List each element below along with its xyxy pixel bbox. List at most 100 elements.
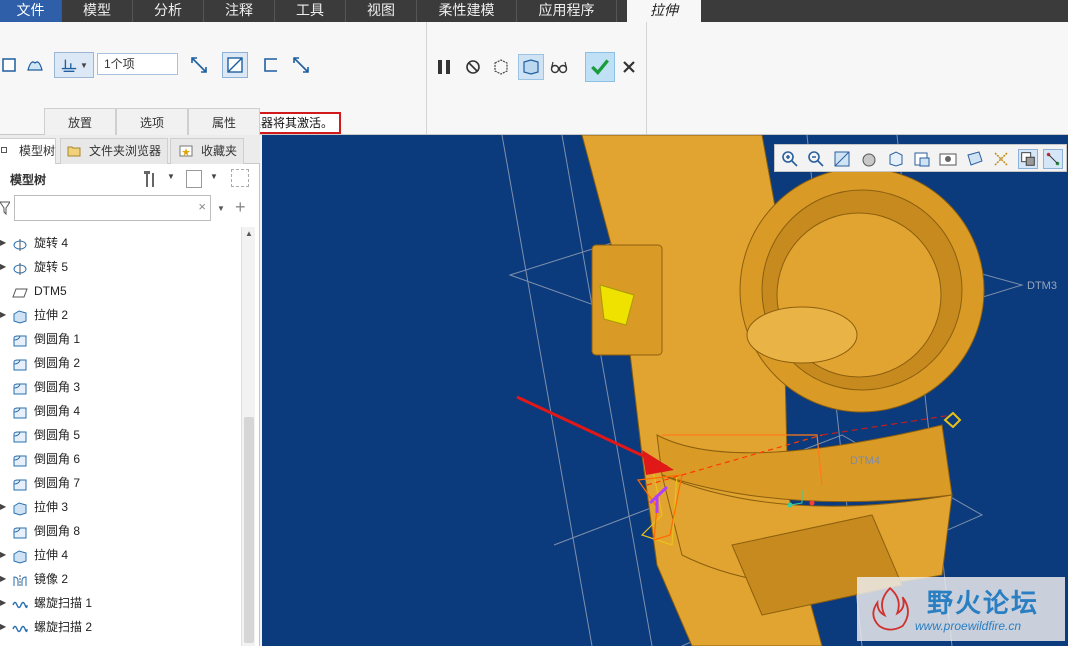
- tree-node[interactable]: DTM5: [0, 279, 241, 303]
- tab-model-tree-label: 模型树: [19, 144, 56, 158]
- tree-node-label: 倒圆角 2: [34, 356, 81, 370]
- watermark-logo: 野火论坛 www.proewildfire.cn: [857, 577, 1065, 641]
- tree-node[interactable]: 倒圆角 4: [0, 399, 241, 423]
- thicken-icon[interactable]: [260, 54, 282, 76]
- tree-node-label: 镜像 2: [34, 572, 69, 586]
- settings-tools-icon[interactable]: [141, 169, 159, 189]
- tree-node-label: 倒圆角 1: [34, 332, 81, 346]
- chevron-down-icon[interactable]: ▼: [167, 172, 175, 181]
- menu-tab-file[interactable]: 文件: [0, 0, 62, 22]
- expand-arrow-icon[interactable]: ▶: [0, 543, 8, 567]
- expand-arrow-icon[interactable]: ▶: [0, 567, 8, 591]
- tree-node-label: 螺旋扫描 1: [34, 596, 93, 610]
- columns-icon[interactable]: [231, 169, 249, 187]
- menu-tab-annotate[interactable]: 注释: [204, 0, 275, 22]
- round-icon: [12, 524, 28, 539]
- tree-node-label: 倒圆角 7: [34, 476, 81, 490]
- zoom-in-icon[interactable]: [780, 149, 800, 169]
- menu-tab-extrude[interactable]: 拉伸: [627, 0, 701, 22]
- subtab-placement[interactable]: 放置: [44, 108, 116, 135]
- scroll-up-icon[interactable]: ▲: [245, 229, 253, 238]
- view-manager-icon[interactable]: [938, 149, 958, 169]
- tree-scrollbar[interactable]: ▲: [241, 227, 255, 646]
- subtab-properties[interactable]: 属性: [188, 108, 260, 135]
- expand-arrow-icon[interactable]: ▶: [0, 495, 8, 519]
- tree-node[interactable]: 倒圆角 7: [0, 471, 241, 495]
- view-toolbar: [774, 144, 1067, 172]
- solid-icon[interactable]: [0, 54, 22, 76]
- remove-material-icon[interactable]: [222, 52, 248, 78]
- menu-tab-view[interactable]: 视图: [346, 0, 417, 22]
- tree-filter-input[interactable]: ×: [14, 195, 211, 221]
- expand-arrow-icon[interactable]: ▶: [0, 615, 8, 639]
- tree-node[interactable]: ▶ 拉伸 2: [0, 303, 241, 327]
- tree-node[interactable]: ▶ 螺旋扫描 2: [0, 615, 241, 639]
- datum-display-icon[interactable]: [1018, 149, 1038, 169]
- spin-center-icon[interactable]: [1043, 149, 1063, 169]
- flip-direction-icon[interactable]: [188, 54, 210, 76]
- scrollbar-thumb[interactable]: [244, 417, 254, 643]
- tab-favorites[interactable]: 收藏夹: [170, 138, 244, 164]
- tree-node[interactable]: ▶ 旋转 4: [0, 231, 241, 255]
- no-preview-icon[interactable]: [462, 56, 484, 78]
- chevron-down-icon[interactable]: ▼: [217, 204, 225, 213]
- menu-bar: 文件 模型 分析 注释 工具 视图 柔性建模 应用程序 拉伸: [0, 0, 1068, 22]
- watermark-url: www.proewildfire.cn: [915, 619, 1022, 633]
- chevron-down-icon[interactable]: ▼: [210, 172, 218, 181]
- tree-node-label: 旋转 4: [34, 236, 69, 250]
- graphics-viewport[interactable]: DTM3 DTM4 野火论坛 www.proewildfire.cn: [262, 135, 1068, 646]
- annotation-display-icon[interactable]: [991, 149, 1011, 169]
- revolve-icon: [12, 236, 28, 251]
- menu-tab-tools[interactable]: 工具: [275, 0, 346, 22]
- tab-favorites-label: 收藏夹: [201, 144, 238, 158]
- subtab-options[interactable]: 选项: [116, 108, 188, 135]
- tree-node[interactable]: ▶ 旋转 5: [0, 255, 241, 279]
- perspective-icon[interactable]: [965, 149, 985, 169]
- show-options-icon[interactable]: [186, 170, 202, 188]
- model-tree-title: 模型树: [10, 173, 47, 187]
- tree-node[interactable]: ▶ 拉伸 3: [0, 495, 241, 519]
- pause-icon[interactable]: [433, 56, 455, 78]
- round-icon: [12, 476, 28, 491]
- depth-reference-collector[interactable]: 1个项: [97, 53, 178, 75]
- cancel-button[interactable]: [618, 56, 640, 78]
- clear-icon[interactable]: ×: [198, 199, 206, 214]
- datum-plane-icon: [12, 284, 28, 298]
- add-icon[interactable]: +: [235, 197, 246, 218]
- display-style-icon[interactable]: [886, 149, 906, 169]
- tab-folder-browser[interactable]: 文件夹浏览器: [60, 138, 168, 164]
- tab-model-tree[interactable]: 模型树: [0, 138, 56, 164]
- flip-thickness-icon[interactable]: [290, 54, 312, 76]
- preview-icon[interactable]: [490, 56, 512, 78]
- surface-icon[interactable]: [24, 54, 46, 76]
- tree-node[interactable]: 倒圆角 6: [0, 447, 241, 471]
- tree-node[interactable]: 倒圆角 5: [0, 423, 241, 447]
- expand-arrow-icon[interactable]: ▶: [0, 303, 8, 327]
- menu-tab-flexible-modeling[interactable]: 柔性建模: [417, 0, 517, 22]
- menu-tab-analysis[interactable]: 分析: [133, 0, 204, 22]
- zoom-out-icon[interactable]: [806, 149, 826, 169]
- repaint-icon[interactable]: [859, 149, 879, 169]
- depth-option-dropdown[interactable]: ▼: [54, 52, 94, 78]
- ok-button[interactable]: [585, 52, 615, 82]
- menu-tab-applications[interactable]: 应用程序: [517, 0, 617, 22]
- extrude-icon: [12, 308, 28, 324]
- menu-tab-model[interactable]: 模型: [62, 0, 133, 22]
- tree-node[interactable]: ▶ 镜像 2: [0, 567, 241, 591]
- attached-preview-icon[interactable]: [518, 54, 544, 80]
- expand-arrow-icon[interactable]: ▶: [0, 231, 8, 255]
- tree-node[interactable]: 倒圆角 8: [0, 519, 241, 543]
- expand-arrow-icon[interactable]: ▶: [0, 255, 8, 279]
- model-tree-icon: [1, 147, 7, 153]
- verify-glasses-icon[interactable]: [548, 56, 570, 78]
- refit-icon[interactable]: [832, 149, 852, 169]
- tree-node[interactable]: ▶ 拉伸 4: [0, 543, 241, 567]
- tree-node[interactable]: 倒圆角 2: [0, 351, 241, 375]
- tree-node[interactable]: ▶ 螺旋扫描 1: [0, 591, 241, 615]
- tree-node[interactable]: 倒圆角 1: [0, 327, 241, 351]
- chevron-down-icon: ▼: [80, 60, 88, 70]
- saved-views-icon[interactable]: [912, 149, 932, 169]
- tree-node[interactable]: 倒圆角 3: [0, 375, 241, 399]
- filter-icon: [0, 201, 11, 216]
- expand-arrow-icon[interactable]: ▶: [0, 591, 8, 615]
